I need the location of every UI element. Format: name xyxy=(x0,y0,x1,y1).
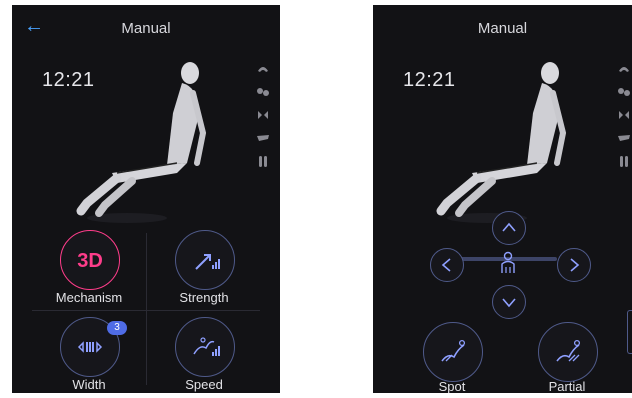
body-zone-list xyxy=(616,61,632,176)
3d-mechanism-icon: 3D xyxy=(77,250,103,272)
width-label: Width xyxy=(72,377,106,392)
left-arrow-icon xyxy=(441,258,451,272)
speed-button[interactable] xyxy=(175,317,235,377)
shoulder-icon[interactable] xyxy=(255,84,271,100)
back-icon[interactable] xyxy=(255,107,271,123)
svg-text:3D: 3D xyxy=(77,250,103,272)
mechanism-button[interactable]: 3D xyxy=(60,230,120,290)
move-left-button[interactable] xyxy=(430,248,464,282)
legs-icon[interactable] xyxy=(255,153,271,169)
page-title: Manual xyxy=(121,20,171,37)
grid-divider-horizontal xyxy=(32,310,260,311)
speed-label: Speed xyxy=(185,377,223,392)
speed-icon xyxy=(193,337,220,356)
mechanism-label: Mechanism xyxy=(55,290,123,305)
grid-divider-vertical xyxy=(146,233,147,385)
body-zone-list xyxy=(255,61,271,176)
back-icon[interactable] xyxy=(616,107,632,123)
strength-icon xyxy=(195,254,220,270)
waist-icon[interactable] xyxy=(255,130,271,146)
page-title: Manual xyxy=(477,20,528,37)
head-icon[interactable] xyxy=(255,61,271,77)
partial-button[interactable] xyxy=(538,322,598,382)
manual-screen-right: Manual 12:21 Spot Partial xyxy=(373,5,632,393)
strength-button[interactable] xyxy=(175,230,235,290)
massage-body-figure xyxy=(57,53,237,233)
right-arrow-icon xyxy=(570,258,580,272)
manual-screen-left: ← Manual 12:21 3D Mechanism Strength 3 W… xyxy=(12,5,280,393)
strength-label: Strength xyxy=(179,290,229,305)
spot-icon xyxy=(441,339,466,362)
waist-icon[interactable] xyxy=(616,130,632,146)
partial-icon xyxy=(556,339,581,362)
body-position-icon xyxy=(499,251,517,275)
move-up-button[interactable] xyxy=(492,211,526,245)
shoulder-icon[interactable] xyxy=(616,84,632,100)
spot-button[interactable] xyxy=(423,322,483,382)
up-arrow-icon xyxy=(502,222,516,232)
width-level-badge: 3 xyxy=(107,321,127,335)
move-down-button[interactable] xyxy=(492,285,526,319)
down-arrow-icon xyxy=(502,298,516,308)
spot-label: Spot xyxy=(438,379,466,393)
legs-icon[interactable] xyxy=(616,153,632,169)
massage-body-figure xyxy=(417,53,597,233)
move-right-button[interactable] xyxy=(557,248,591,282)
partial-label: Partial xyxy=(548,379,586,393)
head-icon[interactable] xyxy=(616,61,632,77)
side-panel-tab[interactable] xyxy=(627,310,632,354)
